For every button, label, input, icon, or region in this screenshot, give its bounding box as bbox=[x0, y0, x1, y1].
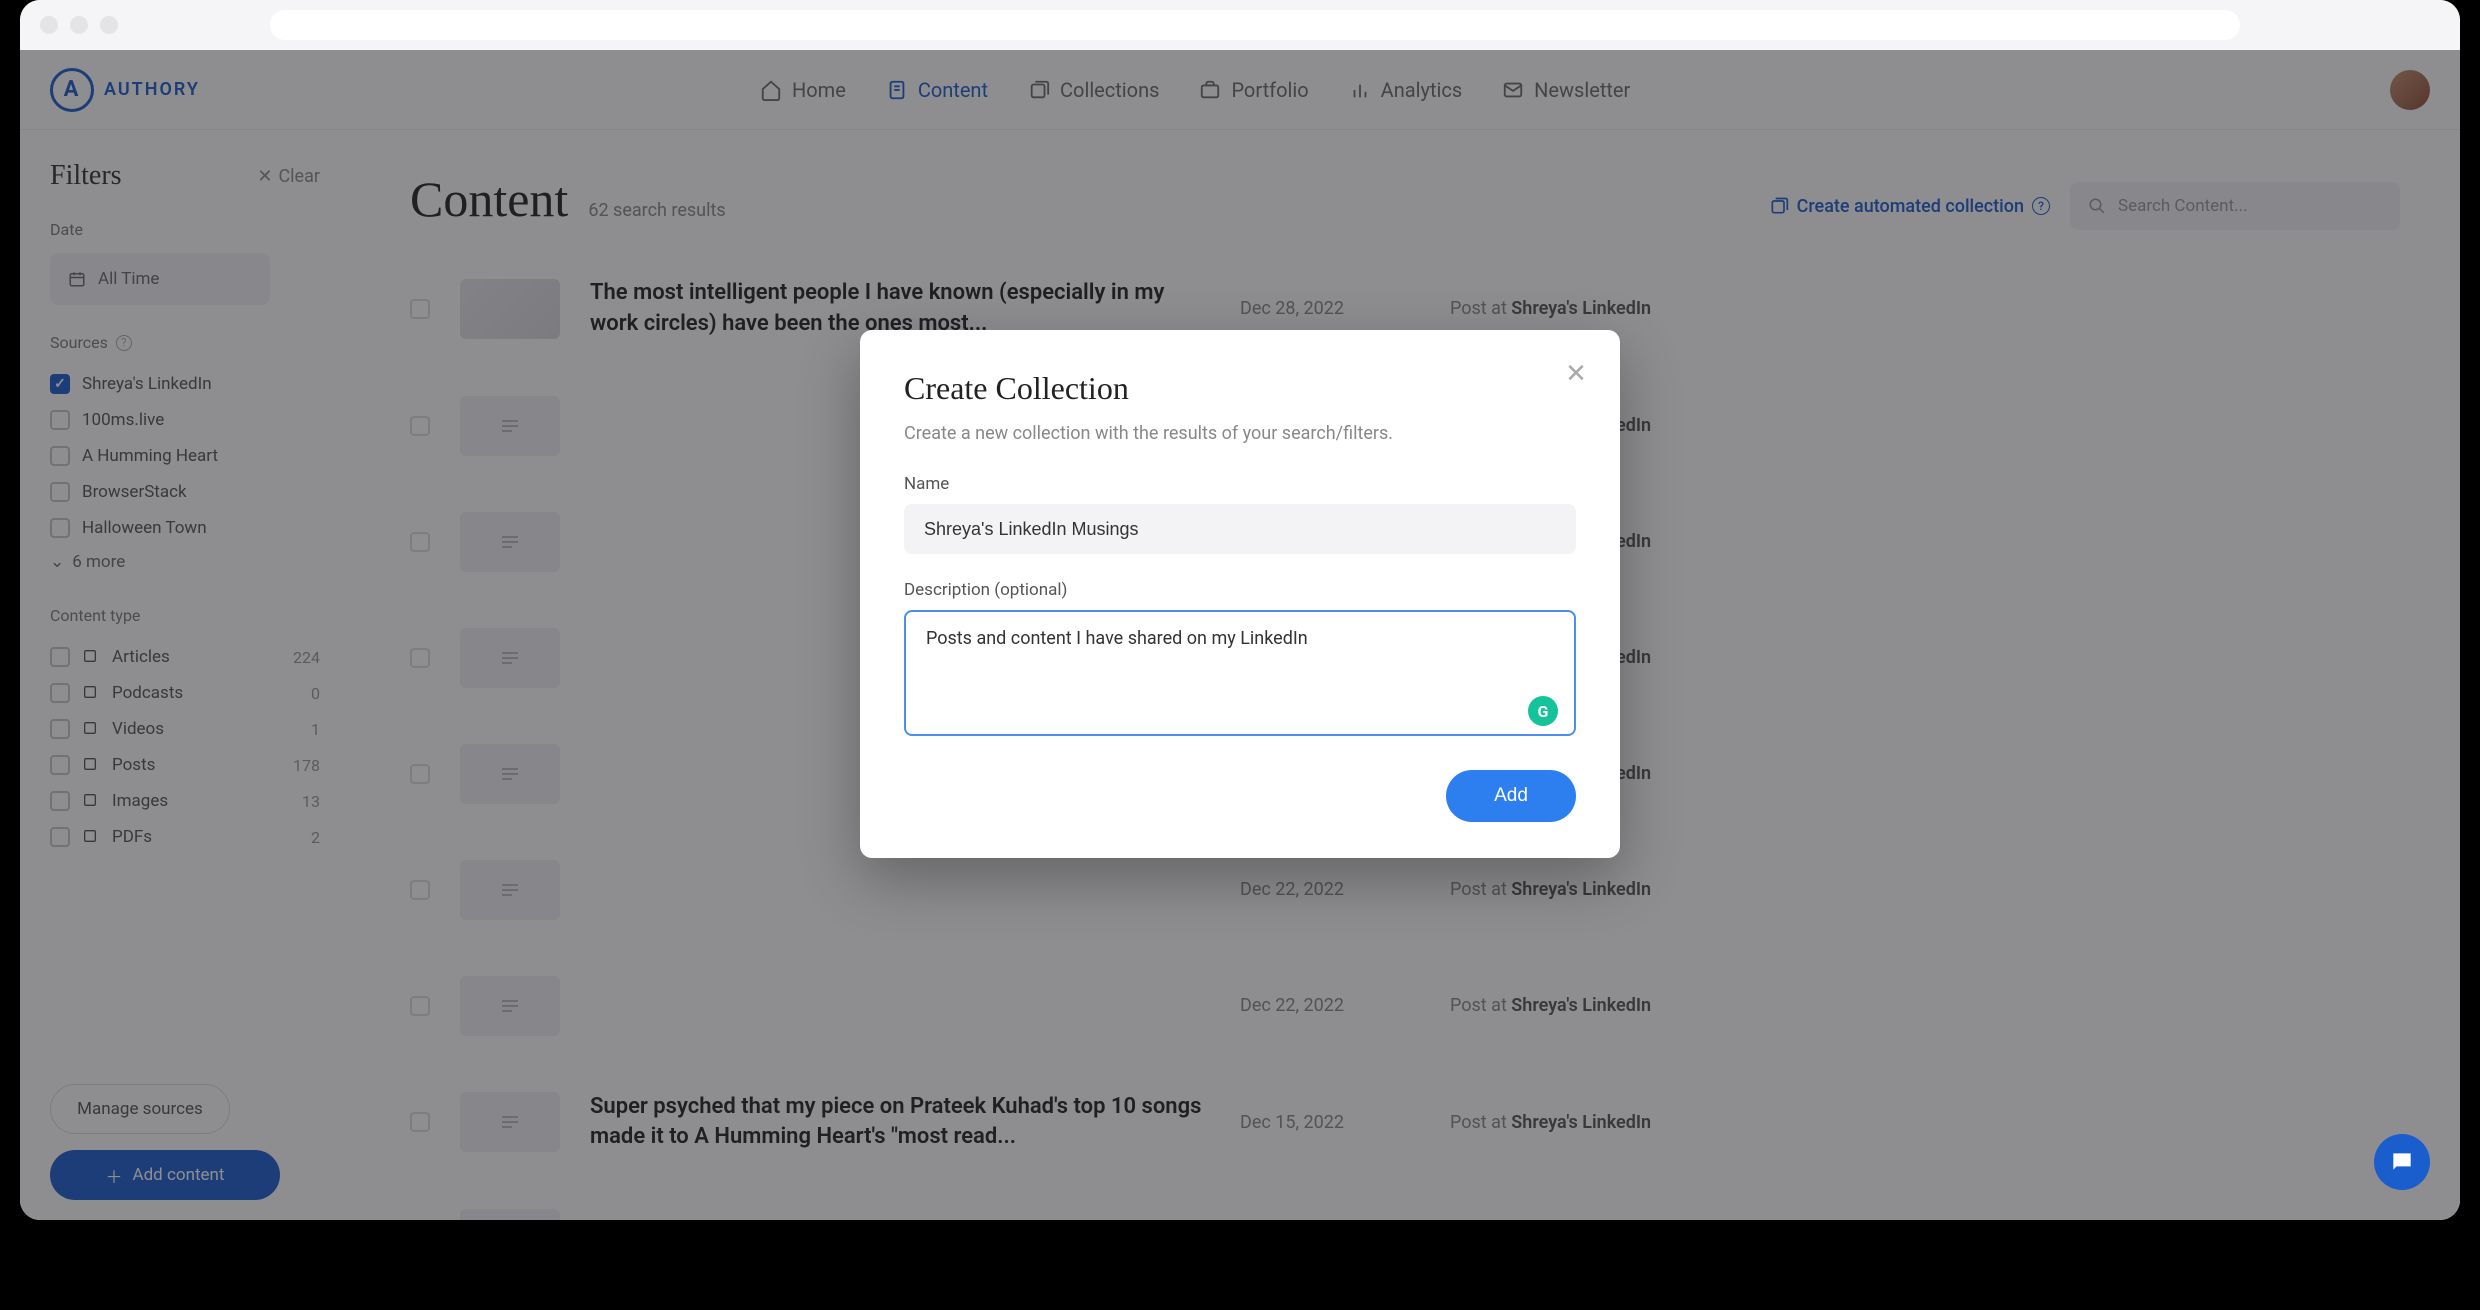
app-root: A AUTHORY Home Content Collections bbox=[20, 50, 2460, 1220]
description-field-label: Description (optional) bbox=[904, 580, 1576, 600]
grammarly-icon[interactable]: G bbox=[1528, 696, 1558, 726]
create-collection-modal: ✕ Create Collection Create a new collect… bbox=[860, 330, 1620, 858]
chat-support-button[interactable] bbox=[2374, 1134, 2430, 1190]
name-field-label: Name bbox=[904, 474, 1576, 494]
modal-subtitle: Create a new collection with the results… bbox=[904, 423, 1576, 444]
close-icon: ✕ bbox=[1565, 359, 1587, 389]
browser-window: A AUTHORY Home Content Collections bbox=[20, 0, 2460, 1220]
chat-icon bbox=[2389, 1149, 2415, 1175]
collection-name-input[interactable] bbox=[904, 504, 1576, 554]
titlebar bbox=[20, 0, 2460, 50]
modal-title: Create Collection bbox=[904, 370, 1576, 407]
collection-description-input[interactable] bbox=[904, 610, 1576, 736]
add-collection-button[interactable]: Add bbox=[1446, 770, 1576, 822]
url-bar[interactable] bbox=[270, 10, 2240, 40]
modal-overlay[interactable]: ✕ Create Collection Create a new collect… bbox=[20, 50, 2460, 1220]
close-window-icon[interactable] bbox=[40, 16, 58, 34]
modal-close-button[interactable]: ✕ bbox=[1562, 360, 1590, 388]
maximize-window-icon[interactable] bbox=[100, 16, 118, 34]
minimize-window-icon[interactable] bbox=[70, 16, 88, 34]
